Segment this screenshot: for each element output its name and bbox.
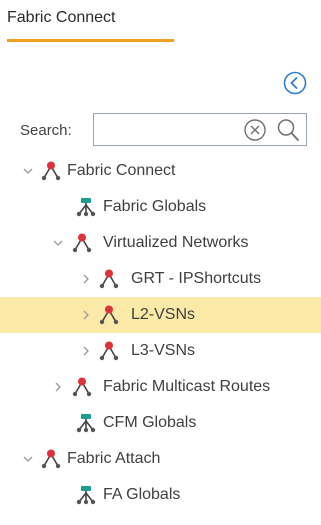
search-button[interactable]	[275, 117, 301, 143]
tree-item-label: GRT - IPShortcuts	[131, 270, 262, 287]
search-box	[93, 113, 307, 146]
chevron-right-icon[interactable]	[52, 381, 64, 393]
fabric-node-icon	[98, 304, 120, 326]
tab-fabric-connect[interactable]: Fabric Connect	[7, 0, 174, 42]
chevron-down-icon[interactable]	[22, 453, 34, 465]
fabric-globals-icon	[75, 484, 97, 506]
tree-item-fa-globals[interactable]: FA Globals	[0, 477, 321, 513]
search-row: Search:	[0, 113, 321, 147]
tree-item-l3-vsns[interactable]: L3-VSNs	[0, 333, 321, 369]
tree-item-label: Virtualized Networks	[103, 234, 249, 251]
tree-item-fabric-connect[interactable]: Fabric Connect	[0, 153, 321, 189]
tree-item-label: L2-VSNs	[131, 306, 196, 323]
fabric-node-icon	[40, 160, 62, 182]
fabric-globals-icon	[75, 412, 97, 434]
tree-item-virtualized-networks[interactable]: Virtualized Networks	[0, 225, 321, 261]
fabric-node-icon	[40, 448, 62, 470]
chevron-down-icon[interactable]	[52, 237, 64, 249]
collapse-panel-button[interactable]	[283, 71, 307, 95]
clear-search-button[interactable]	[243, 118, 267, 142]
search-icon	[277, 119, 299, 141]
tab-label: Fabric Connect	[7, 9, 116, 26]
fabric-node-icon	[98, 340, 120, 362]
tree-item-fabric-multicast-routes[interactable]: Fabric Multicast Routes	[0, 369, 321, 405]
chevron-right-icon[interactable]	[80, 345, 92, 357]
tab-bar: Fabric Connect	[0, 0, 321, 42]
tree-item-grt-ipshortcuts[interactable]: GRT - IPShortcuts	[0, 261, 321, 297]
chevron-down-icon[interactable]	[22, 165, 34, 177]
tree-item-fabric-attach[interactable]: Fabric Attach	[0, 441, 321, 477]
chevron-right-icon[interactable]	[80, 309, 92, 321]
tree-item-label: Fabric Globals	[103, 198, 207, 215]
clear-icon	[244, 119, 266, 141]
tree-item-label: Fabric Attach	[67, 450, 161, 467]
tree-item-fabric-globals[interactable]: Fabric Globals	[0, 189, 321, 225]
tree-item-label: Fabric Connect	[67, 162, 176, 179]
fabric-globals-icon	[75, 196, 97, 218]
tree-item-l2-vsns[interactable]: L2-VSNs	[0, 297, 321, 333]
tree-item-label: FA Globals	[103, 486, 181, 503]
chevron-left-circle-icon	[283, 71, 307, 95]
fabric-node-icon	[71, 376, 93, 398]
search-label: Search:	[20, 122, 72, 139]
tree-item-cfm-globals[interactable]: CFM Globals	[0, 405, 321, 441]
tree-item-label: Fabric Multicast Routes	[103, 378, 271, 395]
search-input[interactable]	[94, 114, 254, 145]
tree-item-label: CFM Globals	[103, 414, 197, 431]
fabric-node-icon	[71, 232, 93, 254]
tree-item-label: L3-VSNs	[131, 342, 196, 359]
chevron-right-icon[interactable]	[80, 273, 92, 285]
fabric-node-icon	[98, 268, 120, 290]
